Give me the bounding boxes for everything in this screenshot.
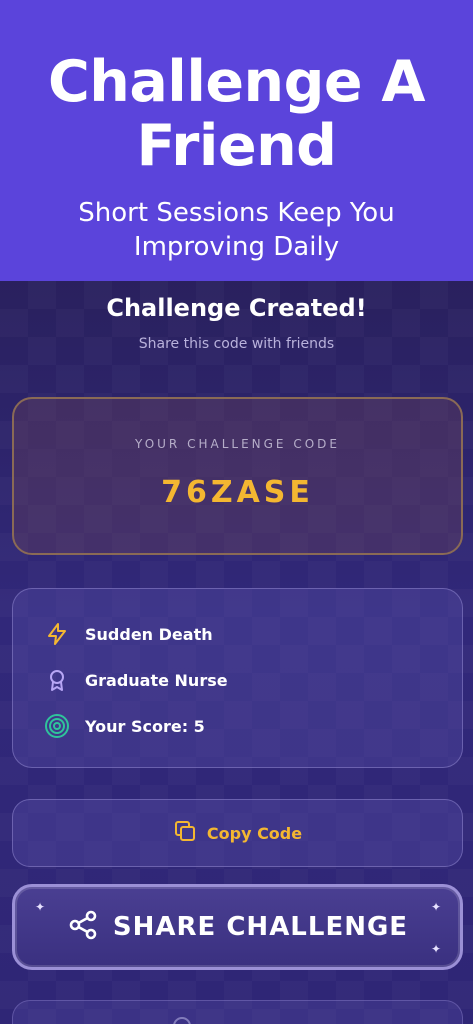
status-subtitle: Share this code with friends [138, 336, 335, 352]
challenge-code-value: 76ZASE [161, 475, 314, 510]
subtitle-line-1: Short Sessions Keep You [78, 198, 395, 228]
title-line-1: Challenge A [47, 49, 426, 115]
detail-row-level: Graduate Nurse [43, 665, 228, 695]
title-line-2: Friend [136, 113, 337, 179]
subtitle-line-2: Improving Daily [133, 232, 340, 262]
target-icon [43, 712, 71, 740]
status-title: Challenge Created! [106, 294, 367, 322]
challenge-details-card: Sudden Death Graduate Nurse Your Score: … [12, 588, 463, 768]
challenge-code-card: YOUR CHALLENGE CODE 76ZASE [12, 397, 463, 555]
page-title: Challenge A Friend [0, 50, 473, 178]
share-icon [67, 909, 99, 945]
sparkle-icon: ✦ [431, 900, 442, 914]
header-banner: Challenge A Friend Short Sessions Keep Y… [0, 0, 473, 281]
detail-mode-text: Sudden Death [85, 624, 213, 644]
circle-icon [173, 1017, 191, 1024]
copy-code-button[interactable]: Copy Code [12, 799, 463, 867]
sparkle-icon: ✦ [35, 900, 46, 914]
sparkle-icon: ✦ [431, 942, 442, 956]
detail-level-text: Graduate Nurse [85, 670, 228, 690]
share-challenge-button[interactable]: ✦ ✦ ✦ SHARE CHALLENGE [12, 884, 463, 970]
lightning-icon [43, 620, 71, 648]
detail-row-mode: Sudden Death [43, 619, 213, 649]
copy-code-label: Copy Code [206, 823, 303, 843]
copy-icon [173, 819, 197, 847]
detail-score-text: Your Score: 5 [85, 716, 205, 736]
challenge-code-label: YOUR CHALLENGE CODE [135, 437, 340, 451]
share-challenge-label: SHARE CHALLENGE [112, 912, 409, 942]
secondary-action-button[interactable] [12, 1000, 463, 1024]
page-subtitle: Short Sessions Keep You Improving Daily [0, 196, 473, 264]
detail-row-score: Your Score: 5 [43, 711, 205, 741]
award-ribbon-icon [43, 666, 71, 694]
